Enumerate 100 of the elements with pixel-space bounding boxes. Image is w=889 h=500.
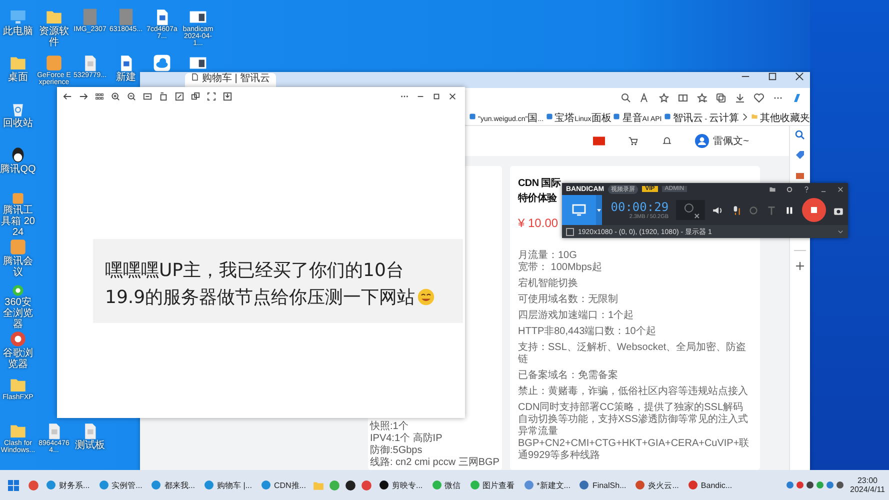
plus-icon[interactable] xyxy=(795,261,805,271)
search-icon[interactable] xyxy=(795,130,805,140)
taskbar-app-button[interactable]: 都来我... xyxy=(149,473,198,497)
zoom-out-icon[interactable] xyxy=(127,92,136,100)
read-aloud-icon[interactable] xyxy=(640,93,650,103)
app-icon xyxy=(432,480,442,490)
copilot-icon[interactable] xyxy=(792,93,802,103)
windows-start-icon[interactable] xyxy=(8,480,19,490)
spec-line: 禁止：黄赌毒，诈骗，低俗社区内容等违规站点接入 xyxy=(518,386,749,398)
app-icon xyxy=(151,480,162,490)
chat-message: 嘿嘿嘿UP主，我已经买了你们的10台19.9的服务器做节点给你压测一下网站 xyxy=(105,257,441,311)
desktop-icon-label[interactable]: 测试板 xyxy=(72,440,108,451)
spec-line: IPV4:1个 高防IP xyxy=(370,433,444,444)
download-icon[interactable] xyxy=(735,93,745,103)
favorites-icon[interactable] xyxy=(697,93,707,103)
spec-line: 线路: cn2 cmi pccw 三网BGP xyxy=(370,457,500,469)
spec-line: 防御:5Gbps xyxy=(370,445,424,456)
app-icon xyxy=(204,480,214,490)
spec-line: 快照:1个 xyxy=(370,421,410,433)
smiley-icon xyxy=(417,288,436,306)
spec-line: 宕机智能切换 xyxy=(518,278,579,290)
taskbar-app-button[interactable]: 图片查看 xyxy=(468,473,517,497)
app-icon xyxy=(635,480,646,490)
site-icon xyxy=(546,113,553,120)
tab-title: 购物车 | 智讯云 xyxy=(202,73,270,84)
app-icon xyxy=(524,480,534,490)
site-icon xyxy=(664,113,671,120)
taskbar-app-button[interactable]: 购物车 |... xyxy=(202,473,254,497)
browser-tab[interactable]: 购物车 | 智讯云 xyxy=(185,73,276,87)
close-icon[interactable] xyxy=(795,72,804,81)
spec-line: CDN同时支持部署CC策略，提供了独家的SSL解码自动切换等功能，支持XSS渗透防御等常见的注入式异常流量 BGP+CN2+CMI+CTG+HKT+GIA+CERA+CuVIP+联通9929等多种线路 xyxy=(518,402,750,462)
chevron-down-icon[interactable] xyxy=(837,228,844,235)
spec-line: 可使用域名数：无限制 xyxy=(518,294,619,306)
site-icon xyxy=(468,113,476,120)
fit-icon[interactable] xyxy=(143,92,152,100)
collections-icon[interactable] xyxy=(716,93,726,103)
bell-icon[interactable] xyxy=(661,136,674,146)
taskbar-app-button[interactable]: CDN推... xyxy=(258,473,308,497)
fullscreen-icon[interactable] xyxy=(207,92,216,100)
spec-line: 支持：SSL、泛解析、Websocket、全局加密、防盗链 xyxy=(518,342,748,366)
taskbar-app-button[interactable]: 炎火云... xyxy=(633,473,681,497)
screen-mode-button[interactable] xyxy=(562,195,596,225)
app-icon xyxy=(579,480,590,490)
clock-date[interactable]: 2024/4/11 xyxy=(850,485,885,494)
stop-icon xyxy=(809,205,820,215)
back-arrow-icon[interactable] xyxy=(63,92,72,100)
webcam-off-icon[interactable] xyxy=(676,200,706,220)
edit-icon[interactable] xyxy=(175,92,184,100)
product-title: CDN 国际 xyxy=(518,178,561,190)
app-icon xyxy=(98,480,109,490)
maximize-icon[interactable] xyxy=(768,72,777,81)
split-screen-icon[interactable] xyxy=(678,93,688,103)
desktop-icon-label[interactable]: 360安全浏览器 xyxy=(0,297,36,330)
folder-icon[interactable] xyxy=(769,186,776,192)
app-icon[interactable] xyxy=(344,480,356,490)
maximize-icon[interactable] xyxy=(432,92,441,100)
desktop-icon-label[interactable]: 资源软件 xyxy=(36,26,72,48)
clock-time[interactable]: 23:00 xyxy=(857,476,878,485)
zoom-in-icon[interactable] xyxy=(111,92,120,100)
grid-icon[interactable] xyxy=(95,92,104,100)
bookmark-folder[interactable]: 其他收藏夹 xyxy=(751,108,810,126)
briefcase-icon[interactable] xyxy=(795,170,805,180)
taskbar-app-button[interactable]: 实例管... xyxy=(96,473,144,497)
stop-record-button[interactable] xyxy=(802,198,826,222)
tag-icon[interactable] xyxy=(795,150,805,160)
copy-icon[interactable] xyxy=(191,92,200,100)
settings-icon[interactable] xyxy=(786,186,793,192)
price: ¥ 10.00 xyxy=(518,216,558,230)
chevron-right-icon[interactable] xyxy=(741,112,749,120)
folder-icon xyxy=(751,113,758,120)
taskbar-app-button[interactable]: Bandic... xyxy=(686,473,734,497)
caret-icon xyxy=(596,208,601,212)
area-checkbox[interactable] xyxy=(566,228,574,236)
zoom-icon[interactable] xyxy=(621,93,631,103)
spec-line: 四层游戏加速端口：1个起 xyxy=(518,310,635,322)
cloud-icon[interactable] xyxy=(151,54,173,72)
cart-icon[interactable] xyxy=(627,136,640,146)
star-icon[interactable] xyxy=(659,93,669,103)
tray-icons[interactable] xyxy=(785,480,845,490)
rotate-icon[interactable] xyxy=(159,92,168,100)
forward-arrow-icon[interactable] xyxy=(79,92,88,100)
recording-timer: 00:00:29 xyxy=(610,200,669,214)
taskbar-app-button[interactable]: *新建文... xyxy=(522,473,572,497)
save-icon[interactable] xyxy=(223,92,232,100)
desktop-icon-label[interactable]: 新建 xyxy=(108,72,144,83)
monitor-icon xyxy=(572,204,586,216)
flag-icon[interactable] xyxy=(593,136,606,146)
help-icon[interactable] xyxy=(803,186,810,192)
user-menu[interactable]: 雷佩文~ xyxy=(713,134,749,148)
speaker-icon[interactable] xyxy=(712,204,724,216)
taskbar-app-button[interactable]: 剪映专... xyxy=(376,473,425,497)
taskbar-app-button[interactable]: 财务系... xyxy=(44,473,92,497)
app-icon xyxy=(688,480,698,490)
heart-icon[interactable] xyxy=(754,93,764,103)
avatar-icon[interactable] xyxy=(695,134,710,148)
spec-line: 已备案域名：免需备案 xyxy=(518,370,619,382)
close-icon[interactable] xyxy=(448,92,457,100)
close-icon[interactable] xyxy=(837,186,844,192)
taskbar-app-button[interactable]: 微信 xyxy=(430,473,463,497)
taskbar-app-button[interactable]: FinalSh... xyxy=(577,473,628,497)
